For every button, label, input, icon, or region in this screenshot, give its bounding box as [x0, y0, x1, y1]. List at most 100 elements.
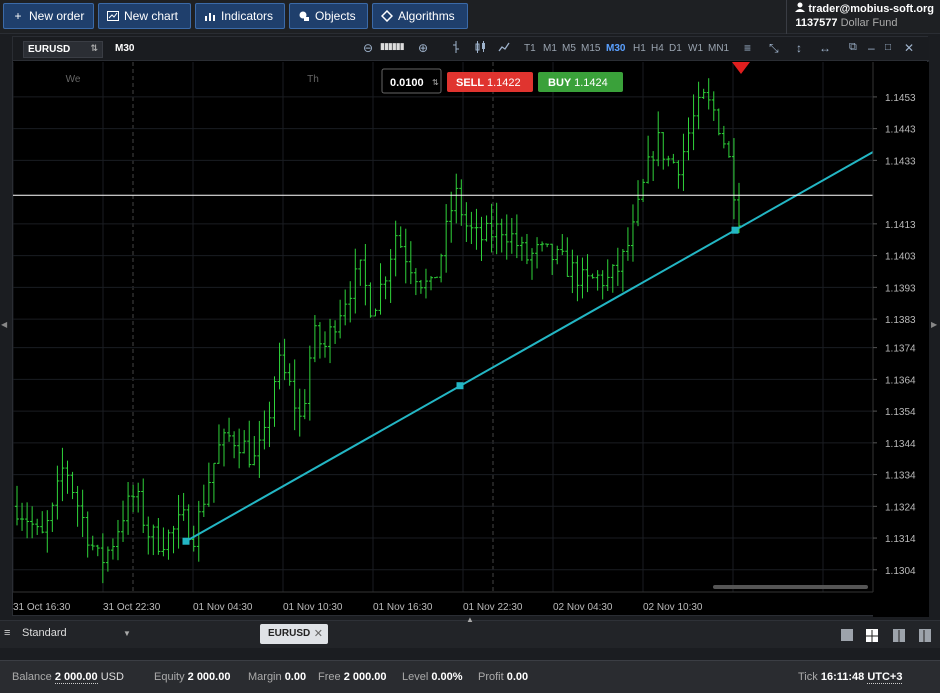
ohlc-bar — [292, 359, 297, 431]
workspace-select[interactable]: Standard — [22, 627, 67, 639]
vertical-line-icon[interactable]: ↕ — [796, 41, 802, 55]
ohlc-bar — [343, 289, 348, 326]
zoom-out-icon[interactable]: ⊖ — [363, 41, 373, 55]
ohlc-bar — [181, 492, 186, 521]
draw-line-icon[interactable]: ⤡ — [769, 41, 779, 56]
timeframe-d1[interactable]: D1 — [669, 43, 682, 54]
level-item: Level 0.00% — [402, 671, 463, 683]
ohlc-bar — [307, 345, 312, 421]
ohlc-bar — [519, 236, 524, 261]
timeframe-mn1[interactable]: MN1 — [708, 43, 729, 54]
trendline-handle — [731, 226, 739, 234]
ohlc-bar — [636, 180, 641, 227]
buy-price: 1.1424 — [574, 77, 608, 89]
equity-item: Equity 2 000.00 — [154, 671, 230, 683]
zoom-in-icon[interactable]: ⊕ — [418, 41, 428, 55]
balance-value[interactable]: 2 000.00 — [54, 671, 98, 684]
timeframe-m1[interactable]: M1 — [543, 43, 557, 54]
ohlc-bar — [95, 544, 100, 557]
horizontal-scrollbar-thumb[interactable] — [713, 585, 868, 589]
line-chart-type-icon[interactable] — [498, 41, 510, 56]
ohlc-bar — [565, 237, 570, 277]
symbol-select[interactable]: EURUSD ⇅ — [23, 41, 103, 58]
plus-icon: + — [14, 9, 22, 23]
ohlc-bar — [716, 108, 721, 136]
sell-price: 1.1422 — [487, 77, 521, 89]
chart-window-icon — [107, 10, 119, 22]
ohlc-bar — [706, 78, 711, 110]
ohlc-bar — [15, 485, 19, 526]
algorithms-label: Algorithms — [398, 9, 455, 23]
indicators-label: Indicators — [221, 9, 274, 23]
timeframe-w1[interactable]: W1 — [688, 43, 703, 54]
popout-icon[interactable]: ⧉ — [849, 41, 857, 54]
timeframe-t1[interactable]: T1 — [524, 43, 536, 54]
timeframe-m5[interactable]: M5 — [562, 43, 576, 54]
free-margin-item: Free 2 000.00 — [318, 671, 387, 683]
timeframe-m15[interactable]: M15 — [581, 43, 600, 54]
layout-grid-icon[interactable] — [866, 629, 878, 642]
ohlc-bar — [80, 489, 85, 538]
y-tick-label: 1.1453 — [885, 93, 916, 104]
bars-icon — [204, 10, 216, 22]
ohlc-bar — [237, 428, 242, 469]
timezone-select[interactable]: UTC+3 — [867, 671, 903, 684]
left-panel-toggle-icon[interactable]: ◀ — [1, 320, 7, 329]
main-toolbar: + New order New chart Indicators Objects — [0, 0, 940, 34]
y-tick-label: 1.1344 — [885, 439, 916, 450]
layout-single-icon[interactable] — [841, 629, 853, 641]
ohlc-bar — [333, 320, 338, 344]
ohlc-bar — [656, 111, 661, 167]
y-tick-label: 1.1334 — [885, 471, 916, 482]
chevron-down-icon[interactable]: ▼ — [123, 629, 131, 638]
new-order-button[interactable]: + New order — [3, 3, 94, 29]
price-chart[interactable]: We Th 1.1422 1.1453 1.1443 1.1433 1.1413 1.14… — [13, 62, 929, 617]
ohlc-bar — [393, 220, 398, 277]
user-email: trader@mobius-soft.org — [808, 3, 934, 15]
spinner-icon: ⇅ — [432, 78, 439, 87]
y-tick-label: 1.1433 — [885, 156, 916, 167]
ohlc-bar — [651, 151, 656, 181]
ohlc-bar — [35, 518, 40, 535]
y-tick-label: 1.1393 — [885, 283, 916, 294]
account-info[interactable]: trader@mobius-soft.org 1137577 Dollar Fu… — [795, 2, 934, 30]
indicators-button[interactable]: Indicators — [195, 3, 285, 29]
indicator-menu-icon[interactable]: ≡ — [744, 41, 751, 55]
chart-tab-eurusd[interactable]: EURUSD ✕ — [260, 624, 328, 644]
objects-icon — [298, 10, 310, 22]
updown-arrows-icon: ⇅ — [90, 43, 98, 53]
timeframe-h4[interactable]: H4 — [651, 43, 664, 54]
ohlc-bar — [216, 424, 221, 464]
menu-icon[interactable]: ≡ — [4, 627, 10, 639]
close-chart-icon[interactable]: ✕ — [904, 41, 914, 55]
ohlc-bar — [146, 516, 151, 555]
day-label: We — [66, 74, 81, 85]
layout-columns-icon[interactable] — [893, 629, 905, 642]
ohlc-bar — [105, 546, 110, 572]
user-icon — [795, 2, 808, 15]
collapse-up-icon[interactable]: ▲ — [466, 615, 474, 624]
candle-chart-type-icon[interactable] — [475, 41, 487, 56]
bar-chart-type-icon[interactable] — [451, 41, 461, 56]
algorithms-button[interactable]: Algorithms — [372, 3, 468, 29]
ohlc-bar — [322, 331, 327, 358]
horizontal-line-icon[interactable]: ↔ — [819, 41, 831, 55]
timeframe-h1[interactable]: H1 — [633, 43, 646, 54]
right-panel-toggle-icon[interactable]: ▶ — [931, 320, 937, 329]
objects-button[interactable]: Objects — [289, 3, 368, 29]
account-status-bar: Balance 2 000.00 USD Equity 2 000.00 Mar… — [0, 660, 940, 693]
close-tab-icon[interactable]: ✕ — [314, 627, 323, 640]
timeframe-m30[interactable]: M30 — [606, 43, 625, 54]
minimize-icon[interactable]: – — [868, 41, 875, 55]
ohlc-bar — [373, 308, 378, 317]
account-separator — [786, 0, 787, 34]
trendline-handle — [456, 382, 464, 390]
ohlc-bar — [378, 263, 383, 315]
layout-tiles-icon[interactable] — [919, 629, 931, 642]
ohlc-bar — [555, 245, 560, 265]
maximize-icon[interactable]: □ — [885, 42, 891, 53]
ohlc-bar — [328, 318, 333, 364]
tick-time: 16:11:48 — [820, 671, 865, 683]
day-label: Th — [307, 74, 319, 85]
new-chart-button[interactable]: New chart — [98, 3, 191, 29]
